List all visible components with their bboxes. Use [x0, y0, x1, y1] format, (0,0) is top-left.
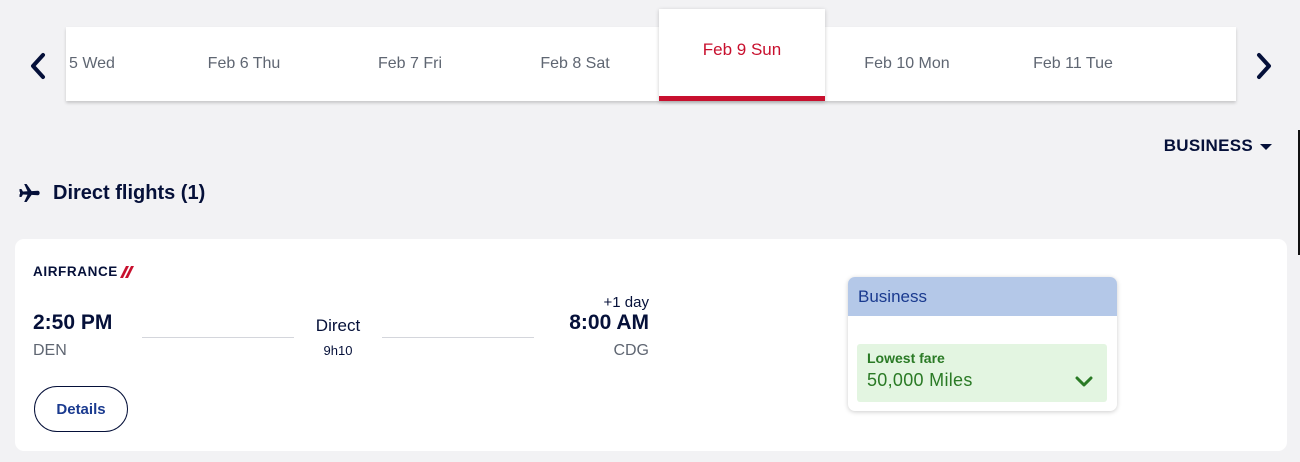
- fare-option-label: Lowest fare: [867, 350, 945, 366]
- next-date-button[interactable]: [1248, 48, 1280, 84]
- route-line: [382, 337, 534, 338]
- lowest-fare-option[interactable]: Lowest fare 50,000 Miles: [857, 344, 1107, 402]
- airline-stripe-icon: [119, 265, 134, 278]
- flight-card: AIRFRANCE 2:50 PM DEN Direct 9h10 +1 day…: [15, 239, 1287, 451]
- departure-airport: DEN: [33, 342, 67, 359]
- date-tab[interactable]: Feb 10 Mon: [824, 27, 990, 101]
- stops-label: Direct: [315, 316, 361, 335]
- chevron-right-icon: [1257, 53, 1271, 79]
- date-strip: 5 Wed Feb 6 Thu Feb 7 Fri Feb 8 Sat Feb …: [66, 9, 1236, 101]
- cabin-class-dropdown[interactable]: BUSINESS: [1164, 136, 1272, 156]
- fare-box: Business Lowest fare 50,000 Miles: [848, 277, 1117, 411]
- section-title: Direct flights (1): [53, 181, 206, 204]
- fare-option-price: 50,000 Miles: [867, 370, 973, 390]
- prev-date-button[interactable]: [22, 48, 54, 84]
- route-line: [142, 337, 294, 338]
- section-heading: Direct flights (1): [18, 181, 205, 205]
- date-tab[interactable]: Feb 11 Tue: [990, 27, 1156, 101]
- airplane-icon: [19, 184, 40, 202]
- date-tab[interactable]: Feb 8 Sat: [492, 27, 658, 101]
- airline-name: AIRFRANCE: [33, 264, 118, 279]
- fare-cabin-header: Business: [848, 277, 1117, 316]
- chevron-left-icon: [31, 53, 45, 79]
- airline-logo: AIRFRANCE: [33, 264, 134, 279]
- arrival-airport: CDG: [613, 342, 649, 359]
- details-button[interactable]: Details: [34, 386, 128, 432]
- date-tab[interactable]: Feb 7 Fri: [327, 27, 493, 101]
- day-offset: +1 day: [603, 294, 649, 311]
- chevron-down-icon: [1075, 376, 1093, 387]
- arrival-time: 8:00 AM: [569, 311, 649, 334]
- date-tab-active[interactable]: Feb 9 Sun: [659, 9, 825, 101]
- caret-down-icon: [1260, 144, 1272, 150]
- flight-duration: 9h10: [323, 343, 353, 358]
- cabin-class-label: BUSINESS: [1163, 136, 1253, 155]
- date-tab[interactable]: Feb 6 Thu: [161, 27, 327, 101]
- departure-time: 2:50 PM: [33, 311, 113, 334]
